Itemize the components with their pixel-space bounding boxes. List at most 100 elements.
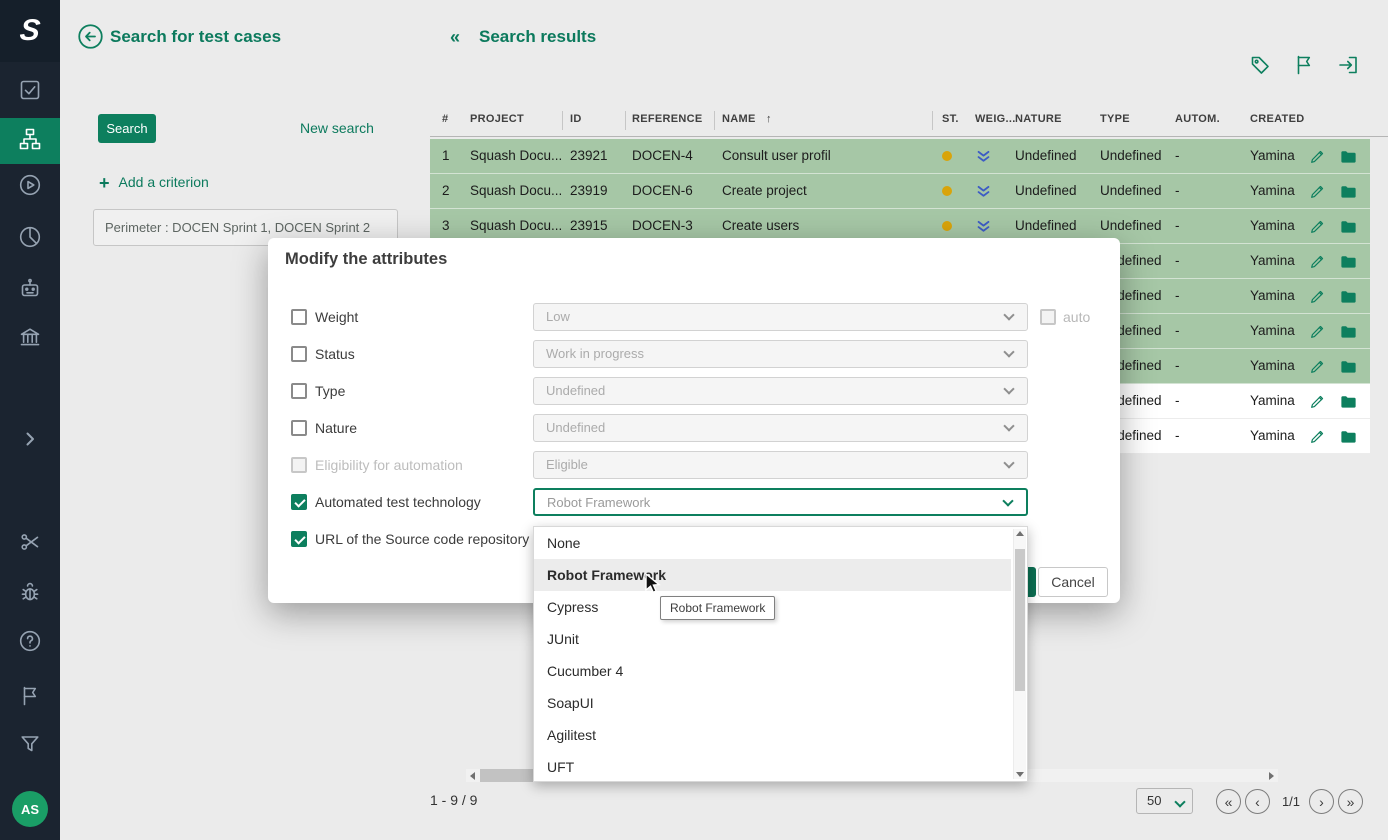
scroll-up-icon[interactable] [1016, 531, 1024, 536]
column-separator[interactable] [625, 111, 626, 130]
cell-id: 23921 [570, 139, 626, 173]
column-separator[interactable] [932, 111, 933, 130]
squash-logo[interactable]: S [0, 0, 60, 62]
folder-icon[interactable] [1339, 139, 1361, 169]
field-checkbox[interactable] [291, 457, 307, 473]
next-page-button[interactable]: › [1309, 789, 1334, 814]
dropdown-option[interactable]: Robot Framework [534, 559, 1011, 591]
field-select[interactable]: Low [533, 303, 1028, 331]
export-icon[interactable] [1336, 53, 1362, 79]
edit-icon[interactable] [1309, 244, 1331, 273]
field-checkbox[interactable] [291, 494, 307, 510]
folder-icon[interactable] [1339, 209, 1361, 239]
column-header[interactable]: TYPE [1100, 113, 1130, 125]
cell-created: Yamina [1250, 384, 1306, 418]
search-button[interactable]: Search [98, 114, 156, 143]
dropdown-option[interactable]: Agilitest [534, 719, 1011, 751]
tags-icon[interactable] [1248, 53, 1274, 79]
table-row[interactable]: 1 Squash Docu... 23921 DOCEN-4 Consult u… [430, 139, 1370, 174]
sidebar-item-flag[interactable] [0, 675, 60, 721]
edit-icon[interactable] [1309, 174, 1331, 203]
robot-icon [18, 276, 42, 305]
cancel-button[interactable]: Cancel [1038, 567, 1108, 597]
cell-created: Yamina [1250, 419, 1306, 453]
column-separator[interactable] [562, 111, 563, 130]
field-select[interactable]: Undefined [533, 377, 1028, 405]
field-checkbox[interactable] [291, 420, 307, 436]
add-criterion-button[interactable]: +Add a criterion [99, 173, 209, 194]
edit-icon[interactable] [1309, 279, 1331, 308]
column-header[interactable]: ID [570, 113, 582, 125]
field-checkbox[interactable] [291, 346, 307, 362]
sidebar-item-robot[interactable] [0, 267, 60, 313]
scroll-down-icon[interactable] [1016, 772, 1024, 777]
column-header[interactable]: CREATED [1250, 113, 1304, 125]
column-header[interactable]: NAME [722, 113, 756, 125]
scroll-right-icon[interactable] [1265, 769, 1278, 782]
sidebar-item-chevron-right[interactable] [0, 418, 60, 464]
folder-icon[interactable] [1339, 279, 1361, 309]
flag-icon[interactable] [1292, 53, 1318, 79]
plus-icon: + [99, 173, 110, 193]
field-label: Status [315, 340, 355, 368]
sidebar-item-tree[interactable] [0, 118, 60, 164]
column-separator[interactable] [714, 111, 715, 130]
user-avatar[interactable]: AS [12, 791, 48, 827]
edit-icon[interactable] [1309, 139, 1331, 168]
field-select[interactable]: Work in progress [533, 340, 1028, 368]
field-select[interactable]: Robot Framework [533, 488, 1028, 516]
sidebar-item-check-square[interactable] [0, 69, 60, 115]
dropdown-option[interactable]: JUnit [534, 623, 1011, 655]
folder-icon[interactable] [1339, 314, 1361, 344]
edit-icon[interactable] [1309, 384, 1331, 413]
prev-page-button[interactable]: ‹ [1245, 789, 1270, 814]
table-row[interactable]: 2 Squash Docu... 23919 DOCEN-6 Create pr… [430, 174, 1370, 209]
edit-icon[interactable] [1309, 314, 1331, 343]
dropdown-option[interactable]: None [534, 527, 1011, 559]
dropdown-option[interactable]: UFT [534, 751, 1011, 782]
weight-icon [975, 174, 999, 203]
dropdown-scrollbar[interactable] [1013, 529, 1026, 779]
field-checkbox[interactable] [291, 309, 307, 325]
field-checkbox[interactable] [291, 383, 307, 399]
back-button[interactable] [77, 23, 104, 50]
sidebar-item-play-circle[interactable] [0, 164, 60, 210]
sidebar-item-bug[interactable] [0, 571, 60, 617]
collapse-results-icon[interactable]: « [450, 27, 460, 48]
dropdown-option[interactable]: SoapUI [534, 687, 1011, 719]
column-header[interactable]: ST. [942, 113, 959, 125]
folder-icon[interactable] [1339, 384, 1361, 414]
scroll-left-icon[interactable] [466, 769, 479, 782]
edit-icon[interactable] [1309, 209, 1331, 238]
sidebar-item-filter[interactable] [0, 723, 60, 769]
column-header[interactable]: PROJECT [470, 113, 524, 125]
folder-icon[interactable] [1339, 174, 1361, 204]
attribute-field-row: Eligibility for automation Eligible [268, 451, 1120, 479]
dropdown-option[interactable]: Cucumber 4 [534, 655, 1011, 687]
first-page-button[interactable]: « [1216, 789, 1241, 814]
new-search-link[interactable]: New search [300, 120, 374, 136]
sidebar-item-pie-chart[interactable] [0, 216, 60, 262]
folder-icon[interactable] [1339, 244, 1361, 274]
field-checkbox[interactable] [291, 531, 307, 547]
dropdown-scrollbar-thumb[interactable] [1015, 549, 1025, 691]
logo-letter: S [18, 14, 42, 48]
auto-checkbox[interactable] [1040, 309, 1056, 325]
sidebar-item-help[interactable] [0, 620, 60, 666]
last-page-button[interactable]: » [1338, 789, 1363, 814]
column-header[interactable]: WEIG... [975, 113, 1016, 125]
sidebar-item-bank[interactable] [0, 316, 60, 362]
column-header[interactable]: AUTOM. [1175, 113, 1220, 125]
edit-icon[interactable] [1309, 349, 1331, 378]
column-header[interactable]: REFERENCE [632, 113, 703, 125]
edit-icon[interactable] [1309, 419, 1331, 448]
page-size-select[interactable]: 50 [1136, 788, 1193, 814]
folder-icon[interactable] [1339, 349, 1361, 379]
attribute-field-row: Type Undefined [268, 377, 1120, 405]
column-header[interactable]: # [442, 113, 448, 125]
sidebar-item-scissors[interactable] [0, 521, 60, 567]
field-select[interactable]: Undefined [533, 414, 1028, 442]
column-header[interactable]: NATURE [1015, 113, 1062, 125]
field-select[interactable]: Eligible [533, 451, 1028, 479]
folder-icon[interactable] [1339, 419, 1361, 449]
